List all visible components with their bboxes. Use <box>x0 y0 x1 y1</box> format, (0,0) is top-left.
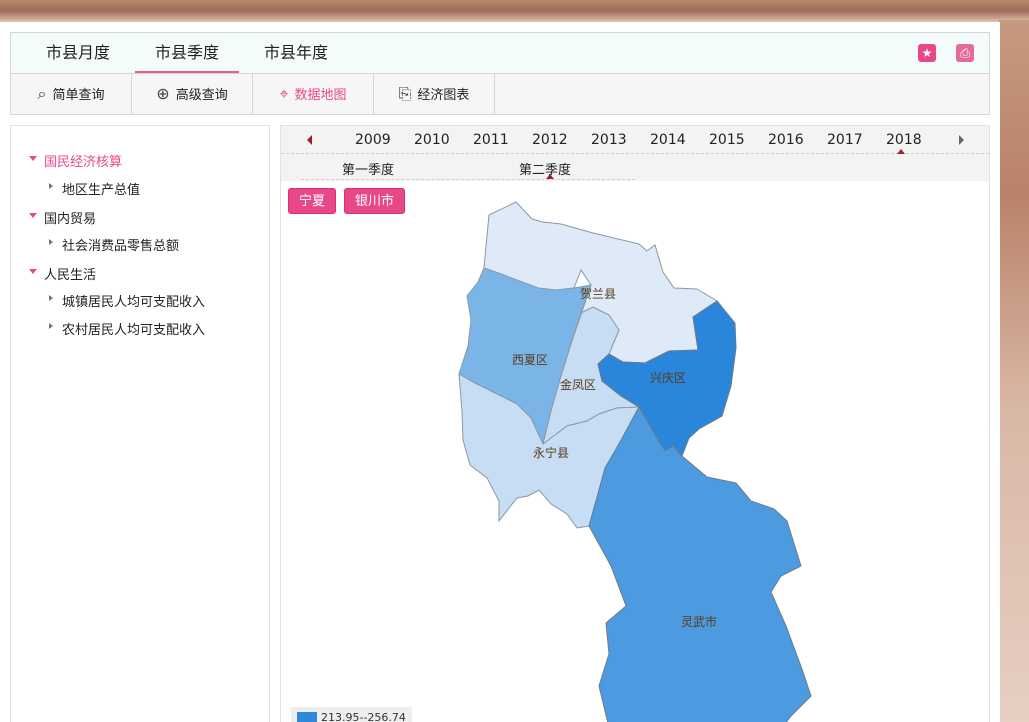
quarter-selector: 第一季度 第二季度 <box>281 154 989 181</box>
region-label-yongning: 永宁县 <box>533 445 569 460</box>
indicator-tree: 国民经济核算 地区生产总值 国内贸易 社会消费品零售总额 人民生活 城镇居民人均… <box>10 125 270 722</box>
data-map-button[interactable]: ⌖ 数据地图 <box>253 74 374 114</box>
app-frame: 市县月度 市县季度 市县年度 ★ ⎙ ⌕ 简单查询 ⊕ 高级查询 ⌖ 数据地图 ⎘ 经济… <box>0 22 1000 722</box>
region-label-jinfeng: 金凤区 <box>560 377 596 392</box>
leaf-caret-icon <box>49 239 53 245</box>
quarter-divider <box>301 179 635 180</box>
leaf-caret-icon <box>49 323 53 329</box>
region-label-helan: 贺兰县 <box>580 287 616 301</box>
advanced-query-button[interactable]: ⊕ 高级查询 <box>132 74 253 114</box>
legend-swatch <box>297 712 317 722</box>
year-2013[interactable]: 2013 <box>591 132 627 148</box>
year-timeline: 2009 2010 2011 2012 2013 2014 2015 2016 … <box>281 126 989 154</box>
expand-caret-icon[interactable] <box>29 213 37 218</box>
region-label-xingqing: 兴庆区 <box>650 371 686 385</box>
tab-quarterly[interactable]: 市县季度 <box>135 33 239 73</box>
region-map: 贺兰县 西夏区 金凤区 兴庆区 永宁县 灵武市 <box>458 201 812 722</box>
expand-caret-icon[interactable] <box>29 269 37 274</box>
year-2009[interactable]: 2009 <box>355 132 391 148</box>
year-2016[interactable]: 2016 <box>768 132 804 148</box>
timeline-next-arrow-icon[interactable] <box>959 135 964 145</box>
tree-group-domestic-trade[interactable]: 国内贸易 <box>44 208 96 227</box>
economic-chart-button[interactable]: ⎘ 经济图表 <box>374 74 495 114</box>
tree-item-retail-sales[interactable]: 社会消费品零售总额 <box>62 235 179 254</box>
tree-item-gdp[interactable]: 地区生产总值 <box>62 179 140 198</box>
breadcrumb-ningxia[interactable]: 宁夏 <box>288 188 337 214</box>
region-label-lingwu: 灵武市 <box>681 614 717 629</box>
year-2018[interactable]: 2018 <box>886 132 922 148</box>
legend-range-label: 213.95--256.74 <box>321 711 406 722</box>
year-2012[interactable]: 2012 <box>532 132 568 148</box>
chart-icon: ⎘ <box>398 84 412 103</box>
breadcrumb-yinchuan[interactable]: 银川市 <box>344 188 406 214</box>
map-panel: 贺兰县 西夏区 金凤区 兴庆区 永宁县 灵武市 2009 2010 2011 2… <box>280 125 990 722</box>
leaf-caret-icon <box>49 295 53 301</box>
year-2015[interactable]: 2015 <box>709 132 745 148</box>
expand-caret-icon[interactable] <box>29 156 37 161</box>
map-pin-icon: ⌖ <box>279 84 289 103</box>
quarter-q2[interactable]: 第二季度 <box>519 159 571 178</box>
quarter-q1[interactable]: 第一季度 <box>342 159 394 178</box>
year-2011[interactable]: 2011 <box>473 132 509 148</box>
map-legend: 213.95--256.74 <box>291 707 412 722</box>
print-icon[interactable]: ⎙ <box>956 44 974 62</box>
simple-query-label: 简单查询 <box>52 88 105 103</box>
year-2014[interactable]: 2014 <box>650 132 686 148</box>
year-2017[interactable]: 2017 <box>827 132 863 148</box>
star-icon[interactable]: ★ <box>918 44 936 62</box>
region-lingwu[interactable] <box>588 405 812 722</box>
simple-query-button[interactable]: ⌕ 简单查询 <box>11 74 132 114</box>
tree-item-rural-income[interactable]: 农村居民人均可支配收入 <box>62 319 205 338</box>
data-map-label: 数据地图 <box>294 88 347 103</box>
zoom-in-icon: ⊕ <box>156 84 170 103</box>
top-tab-bar: 市县月度 市县季度 市县年度 ★ ⎙ <box>10 32 990 73</box>
tree-group-living[interactable]: 人民生活 <box>44 264 96 283</box>
economic-chart-label: 经济图表 <box>417 88 470 103</box>
tree-item-urban-income[interactable]: 城镇居民人均可支配收入 <box>62 291 205 310</box>
timeline-prev-arrow-icon[interactable] <box>307 135 312 145</box>
search-icon: ⌕ <box>37 84 47 103</box>
region-label-xixia: 西夏区 <box>512 353 548 367</box>
background-scenery <box>999 20 1029 722</box>
selected-quarter-marker <box>546 174 554 179</box>
tree-group-national-accounts[interactable]: 国民经济核算 <box>44 151 122 170</box>
tab-monthly[interactable]: 市县月度 <box>33 33 123 73</box>
toolbar: ⌕ 简单查询 ⊕ 高级查询 ⌖ 数据地图 ⎘ 经济图表 <box>10 73 990 115</box>
tab-yearly[interactable]: 市县年度 <box>251 33 341 73</box>
year-2010[interactable]: 2010 <box>414 132 450 148</box>
leaf-caret-icon <box>49 183 53 189</box>
advanced-query-label: 高级查询 <box>175 88 228 103</box>
